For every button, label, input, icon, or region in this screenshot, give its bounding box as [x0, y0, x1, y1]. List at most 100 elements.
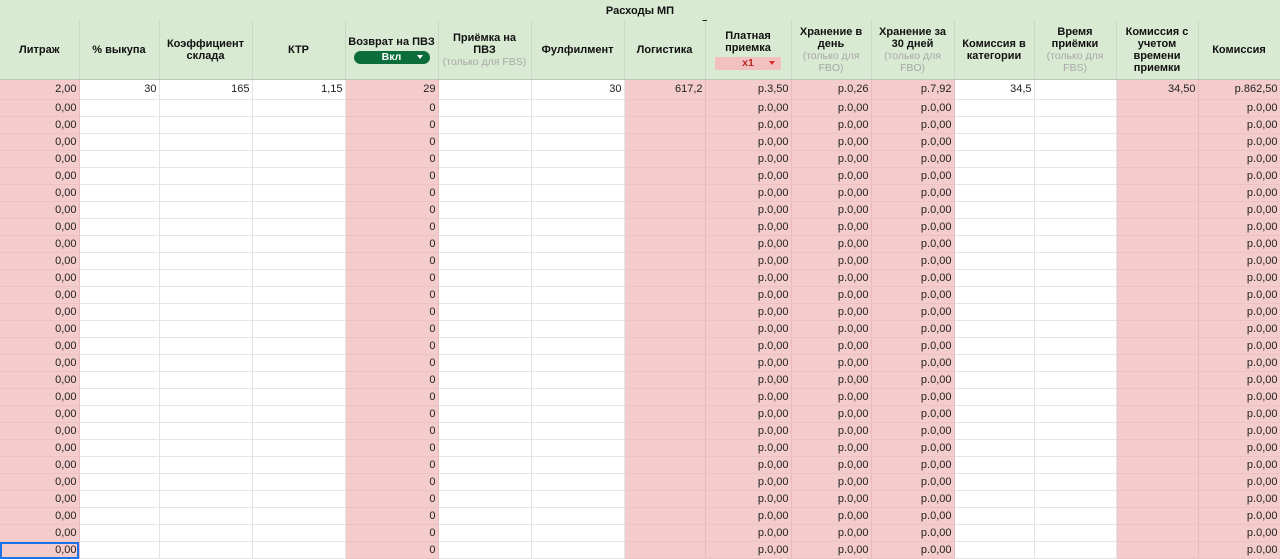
- table-cell[interactable]: [954, 286, 1035, 304]
- table-cell[interactable]: р.0,00: [705, 167, 792, 185]
- table-cell[interactable]: [1116, 286, 1199, 304]
- table-cell[interactable]: р.0,00: [1198, 490, 1280, 508]
- table-cell[interactable]: [954, 269, 1035, 287]
- table-cell[interactable]: [954, 422, 1035, 440]
- table-cell[interactable]: [79, 167, 160, 185]
- table-cell[interactable]: [252, 507, 346, 525]
- table-cell[interactable]: [1034, 388, 1117, 406]
- table-cell[interactable]: р.0,00: [871, 150, 955, 168]
- table-cell[interactable]: [954, 388, 1035, 406]
- table-cell[interactable]: [79, 490, 160, 508]
- table-cell[interactable]: [252, 252, 346, 270]
- table-cell[interactable]: [159, 184, 253, 202]
- table-cell[interactable]: р.0,00: [791, 167, 872, 185]
- table-cell[interactable]: 0,00: [0, 473, 80, 491]
- table-cell[interactable]: р.0,00: [705, 524, 792, 542]
- table-cell[interactable]: [79, 354, 160, 372]
- table-cell[interactable]: [438, 507, 532, 525]
- table-cell[interactable]: [159, 167, 253, 185]
- table-cell[interactable]: р.0,00: [871, 388, 955, 406]
- table-cell[interactable]: 0: [345, 116, 439, 134]
- table-cell[interactable]: [159, 320, 253, 338]
- table-cell[interactable]: р.0,26: [791, 79, 872, 100]
- table-cell[interactable]: р.0,00: [1198, 252, 1280, 270]
- table-cell[interactable]: р.0,00: [871, 116, 955, 134]
- table-cell[interactable]: [159, 473, 253, 491]
- table-cell[interactable]: 0,00: [0, 269, 80, 287]
- table-cell[interactable]: 0,00: [0, 320, 80, 338]
- table-cell[interactable]: 1,15: [252, 79, 346, 100]
- table-cell[interactable]: р.0,00: [871, 235, 955, 253]
- table-cell[interactable]: 0: [345, 490, 439, 508]
- table-cell[interactable]: [1034, 354, 1117, 372]
- table-cell[interactable]: 0: [345, 218, 439, 236]
- table-cell[interactable]: [1034, 422, 1117, 440]
- table-cell[interactable]: [159, 490, 253, 508]
- table-cell[interactable]: [1034, 116, 1117, 134]
- table-cell[interactable]: 0: [345, 133, 439, 151]
- table-cell[interactable]: [954, 116, 1035, 134]
- table-cell[interactable]: р.0,00: [871, 337, 955, 355]
- table-cell[interactable]: [79, 218, 160, 236]
- table-cell[interactable]: [954, 473, 1035, 491]
- table-cell[interactable]: [159, 405, 253, 423]
- table-cell[interactable]: р.0,00: [705, 150, 792, 168]
- table-cell[interactable]: р.0,00: [1198, 235, 1280, 253]
- table-cell[interactable]: [531, 303, 625, 321]
- table-cell[interactable]: р.0,00: [1198, 541, 1280, 559]
- table-cell[interactable]: [1034, 541, 1117, 559]
- table-cell[interactable]: 0,00: [0, 405, 80, 423]
- table-cell[interactable]: [1034, 405, 1117, 423]
- table-cell[interactable]: р.0,00: [871, 354, 955, 372]
- table-cell[interactable]: [79, 473, 160, 491]
- table-cell[interactable]: р.0,00: [791, 473, 872, 491]
- table-cell[interactable]: р.0,00: [1198, 150, 1280, 168]
- table-cell[interactable]: [1116, 269, 1199, 287]
- table-cell[interactable]: 0,00: [0, 371, 80, 389]
- table-cell[interactable]: р.0,00: [705, 507, 792, 525]
- table-cell[interactable]: [531, 99, 625, 117]
- table-cell[interactable]: р.0,00: [791, 235, 872, 253]
- table-cell[interactable]: [438, 218, 532, 236]
- table-cell[interactable]: [954, 235, 1035, 253]
- table-cell[interactable]: р.0,00: [705, 286, 792, 304]
- table-cell[interactable]: [1034, 337, 1117, 355]
- table-cell[interactable]: [159, 286, 253, 304]
- table-cell[interactable]: [159, 439, 253, 457]
- table-cell[interactable]: р.0,00: [705, 303, 792, 321]
- table-cell[interactable]: р.0,00: [1198, 405, 1280, 423]
- table-cell[interactable]: р.0,00: [791, 354, 872, 372]
- table-cell[interactable]: р.0,00: [1198, 354, 1280, 372]
- table-cell[interactable]: [624, 201, 706, 219]
- table-cell[interactable]: [624, 354, 706, 372]
- table-cell[interactable]: [79, 201, 160, 219]
- table-cell[interactable]: 165: [159, 79, 253, 100]
- table-cell[interactable]: р.0,00: [791, 405, 872, 423]
- table-cell[interactable]: 0,00: [0, 490, 80, 508]
- column-header[interactable]: Комиссия: [1198, 21, 1280, 80]
- table-cell[interactable]: [159, 456, 253, 474]
- table-cell[interactable]: 0: [345, 184, 439, 202]
- table-cell[interactable]: [79, 303, 160, 321]
- table-cell[interactable]: [1034, 439, 1117, 457]
- table-cell[interactable]: 0,00: [0, 354, 80, 372]
- table-cell[interactable]: [531, 388, 625, 406]
- table-cell[interactable]: [954, 201, 1035, 219]
- column-header[interactable]: Время приёмки (только для FBS): [1034, 21, 1117, 80]
- table-cell[interactable]: [79, 269, 160, 287]
- table-cell[interactable]: 0,00: [0, 99, 80, 117]
- table-cell[interactable]: р.0,00: [871, 201, 955, 219]
- table-cell[interactable]: р.0,00: [705, 201, 792, 219]
- table-cell[interactable]: [252, 150, 346, 168]
- table-cell[interactable]: [252, 473, 346, 491]
- table-cell[interactable]: 0,00: [0, 303, 80, 321]
- table-cell[interactable]: [79, 150, 160, 168]
- table-cell[interactable]: [531, 490, 625, 508]
- table-cell[interactable]: р.0,00: [871, 507, 955, 525]
- table-cell[interactable]: [438, 405, 532, 423]
- table-cell[interactable]: [252, 184, 346, 202]
- table-cell[interactable]: [1116, 456, 1199, 474]
- table-cell[interactable]: [624, 286, 706, 304]
- table-cell[interactable]: [252, 201, 346, 219]
- table-cell[interactable]: [1116, 218, 1199, 236]
